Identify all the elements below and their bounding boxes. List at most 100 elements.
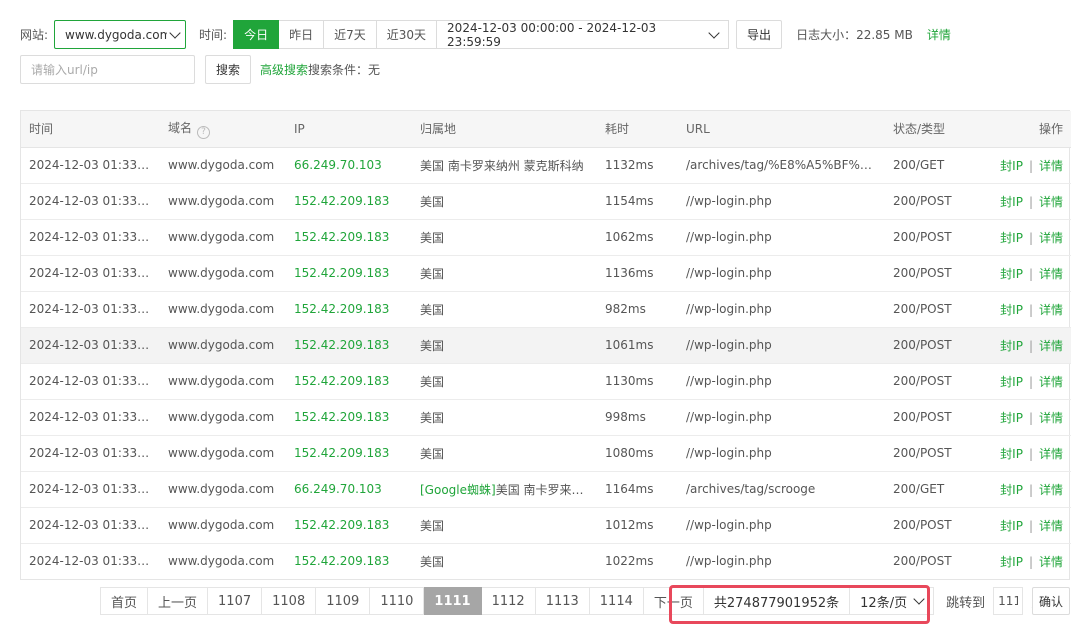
page-button[interactable]: 1107 <box>208 587 263 615</box>
cell-ip[interactable]: 152.42.209.183 <box>286 435 412 472</box>
column-header-location: 归属地 <box>412 111 597 148</box>
location-text: 美国 <box>420 266 445 281</box>
cell-ip[interactable]: 66.249.70.103 <box>286 147 412 184</box>
log-size-text: 日志大小：22.85 MB <box>796 28 913 42</box>
cell-domain: www.dygoda.com <box>160 399 286 436</box>
page-button[interactable]: 1113 <box>535 587 590 615</box>
cell-ip[interactable]: 152.42.209.183 <box>286 399 412 436</box>
cell-domain: www.dygoda.com <box>160 183 286 220</box>
page-size-value: 12条/页 <box>860 595 908 611</box>
page-button[interactable]: 1110 <box>370 587 425 615</box>
block-ip-link[interactable]: 封IP <box>1000 447 1023 461</box>
cell-cost: 982ms <box>597 291 678 328</box>
block-ip-link[interactable]: 封IP <box>1000 339 1023 353</box>
cell-time: 2024-12-03 01:33:53 <box>21 291 160 328</box>
location-text: 美国 <box>420 338 445 353</box>
row-detail-link[interactable]: 详情 <box>1039 159 1063 173</box>
block-ip-link[interactable]: 封IP <box>1000 483 1023 497</box>
site-label: 网站: <box>20 28 49 42</box>
current-page-button[interactable]: 1111 <box>424 587 482 615</box>
cell-ip[interactable]: 152.42.209.183 <box>286 363 412 400</box>
cell-actions: 封IP | 详情 <box>981 291 1071 328</box>
block-ip-link[interactable]: 封IP <box>1000 411 1023 425</box>
jump-label: 跳转到 <box>946 595 986 611</box>
action-separator: | <box>1028 194 1033 209</box>
prev-page-button[interactable]: 上一页 <box>148 587 209 615</box>
search-bar: 搜索 高级搜索 搜索条件：无 <box>20 55 380 84</box>
row-detail-link[interactable]: 详情 <box>1039 195 1063 209</box>
cell-time: 2024-12-03 01:33:57 <box>21 147 160 184</box>
cell-ip[interactable]: 152.42.209.183 <box>286 183 412 220</box>
page-size-select[interactable]: 12条/页 <box>850 587 935 615</box>
block-ip-link[interactable]: 封IP <box>1000 519 1023 533</box>
cell-cost: 1080ms <box>597 435 678 472</box>
jump-confirm-button[interactable]: 确认 <box>1032 587 1071 615</box>
table-row: 2024-12-03 01:33:55 www.dygoda.com 152.42.… <box>21 219 1071 256</box>
row-detail-link[interactable]: 详情 <box>1039 447 1063 461</box>
location-text: 美国 <box>420 230 445 245</box>
cell-actions: 封IP | 详情 <box>981 399 1071 436</box>
row-detail-link[interactable]: 详情 <box>1039 555 1063 569</box>
cell-status: 200/POST <box>885 327 981 364</box>
cell-location: 美国 <box>412 291 597 328</box>
page-button[interactable]: 1108 <box>262 587 317 615</box>
time-today-button[interactable]: 今日 <box>233 20 280 49</box>
time-yesterday-button[interactable]: 昨日 <box>279 20 325 49</box>
cell-cost: 1154ms <box>597 183 678 220</box>
chevron-down-icon <box>913 593 925 605</box>
cell-ip[interactable]: 152.42.209.183 <box>286 255 412 292</box>
next-page-button[interactable]: 下一页 <box>643 587 704 615</box>
block-ip-link[interactable]: 封IP <box>1000 303 1023 317</box>
row-detail-link[interactable]: 详情 <box>1039 411 1063 425</box>
row-detail-link[interactable]: 详情 <box>1039 339 1063 353</box>
cell-ip[interactable]: 66.249.70.103 <box>286 471 412 508</box>
row-detail-link[interactable]: 详情 <box>1039 483 1063 497</box>
block-ip-link[interactable]: 封IP <box>1000 267 1023 281</box>
table-row: 2024-12-03 01:33:48 www.dygoda.com 66.249.… <box>21 471 1071 508</box>
row-detail-link[interactable]: 详情 <box>1039 375 1063 389</box>
block-ip-link[interactable]: 封IP <box>1000 555 1023 569</box>
cell-ip[interactable]: 152.42.209.183 <box>286 327 412 364</box>
time-30days-button[interactable]: 近30天 <box>376 20 438 49</box>
block-ip-link[interactable]: 封IP <box>1000 195 1023 209</box>
action-separator: | <box>1028 158 1033 173</box>
row-detail-link[interactable]: 详情 <box>1039 519 1063 533</box>
row-detail-link[interactable]: 详情 <box>1039 231 1063 245</box>
export-button[interactable]: 导出 <box>736 20 783 49</box>
row-detail-link[interactable]: 详情 <box>1039 303 1063 317</box>
url-ip-search-input[interactable] <box>20 55 195 84</box>
cell-ip[interactable]: 152.42.209.183 <box>286 507 412 544</box>
first-page-button[interactable]: 首页 <box>100 587 149 615</box>
block-ip-link[interactable]: 封IP <box>1000 159 1023 173</box>
cell-ip[interactable]: 152.42.209.183 <box>286 219 412 256</box>
block-ip-link[interactable]: 封IP <box>1000 231 1023 245</box>
cell-domain: www.dygoda.com <box>160 291 286 328</box>
spider-tag: [Google蜘蛛] <box>420 482 496 497</box>
page-button[interactable]: 1112 <box>481 587 536 615</box>
date-range-picker[interactable]: 2024-12-03 00:00:00 - 2024-12-03 23:59:5… <box>437 20 730 49</box>
jump-page-input[interactable] <box>993 587 1024 615</box>
location-text: 美国 <box>420 554 445 569</box>
cell-ip[interactable]: 152.42.209.183 <box>286 291 412 328</box>
search-button[interactable]: 搜索 <box>205 55 252 84</box>
time-7days-button[interactable]: 近7天 <box>324 20 377 49</box>
site-select[interactable]: www.dygoda.com <box>54 20 187 49</box>
cell-location: 美国 <box>412 435 597 472</box>
page-button[interactable]: 1114 <box>589 587 644 615</box>
column-header-status: 状态/类型 <box>885 111 981 148</box>
location-text: 美国 <box>420 374 445 389</box>
action-separator: | <box>1028 302 1033 317</box>
cell-actions: 封IP | 详情 <box>981 219 1071 256</box>
log-detail-link[interactable]: 详情 <box>927 26 951 43</box>
page-button[interactable]: 1109 <box>316 587 371 615</box>
filter-bar: 网站: www.dygoda.com 时间: 今日 昨日 近7天 近30天 20… <box>20 20 951 49</box>
column-header-ip: IP <box>286 111 412 148</box>
help-icon[interactable]: ? <box>197 125 211 139</box>
cell-ip[interactable]: 152.42.209.183 <box>286 543 412 579</box>
cell-url: //wp-login.php <box>678 363 885 400</box>
block-ip-link[interactable]: 封IP <box>1000 375 1023 389</box>
cell-url: /archives/tag/scrooge <box>678 471 885 508</box>
row-detail-link[interactable]: 详情 <box>1039 267 1063 281</box>
advanced-search-link[interactable]: 高级搜索 <box>260 61 308 78</box>
location-text: 美国 <box>420 410 445 425</box>
